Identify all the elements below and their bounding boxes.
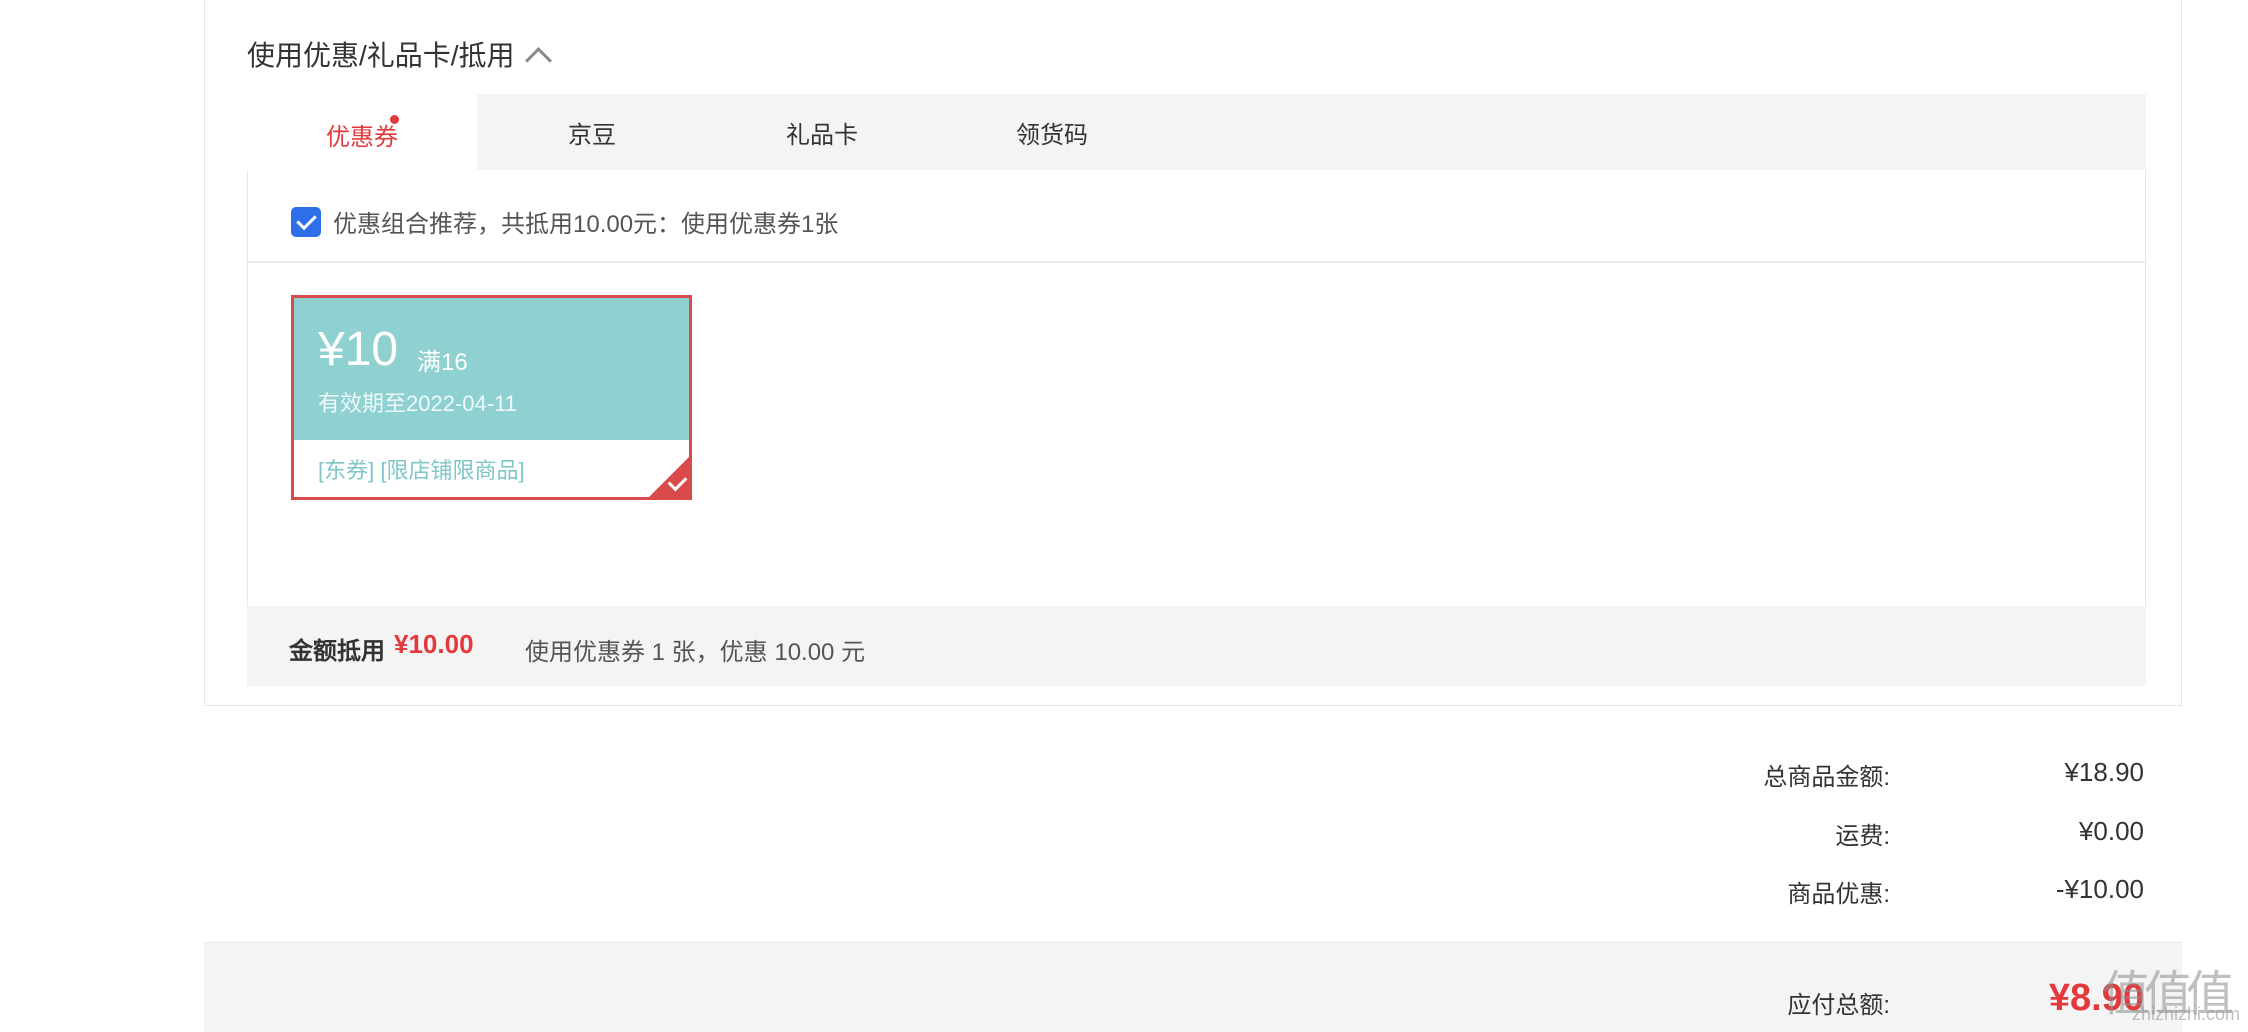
tab-gift-card-label: 礼品卡 [786, 121, 858, 149]
recommend-text: 优惠组合推荐，共抵用10.00元：使用优惠券1张 [333, 211, 839, 238]
summary-label: 金额抵用 [289, 638, 385, 665]
section-title: 使用优惠/礼品卡/抵用 [247, 40, 515, 71]
tab-jingdou[interactable]: 京豆 [477, 94, 707, 170]
section-header[interactable]: 使用优惠/礼品卡/抵用 [247, 34, 552, 74]
coupon-tags: [东券] [限店铺限商品] [318, 458, 525, 483]
shipping-value: ¥0.00 [2078, 816, 2144, 846]
discount-label: 商品优惠: [1787, 881, 1890, 908]
tab-redeem-code-label: 领货码 [1016, 121, 1088, 149]
summary-amount: ¥10.00 [394, 629, 474, 659]
recommend-row: 优惠组合推荐，共抵用10.00元：使用优惠券1张 [291, 204, 838, 239]
notification-dot-icon [390, 115, 399, 124]
tab-coupons[interactable]: 优惠券 [247, 94, 477, 172]
tab-gift-card[interactable]: 礼品卡 [707, 94, 937, 170]
total-goods-label: 总商品金额: [1763, 764, 1890, 791]
tab-redeem-code[interactable]: 领货码 [937, 94, 1167, 170]
watermark-site: zhizhizhi.com [2131, 1004, 2240, 1024]
coupon-amount: ¥10 [318, 323, 399, 376]
tab-jingdou-label: 京豆 [568, 121, 616, 149]
total-goods-value: ¥18.90 [2064, 757, 2144, 787]
divider [247, 261, 2146, 263]
shipping-label: 运费: [1835, 823, 1890, 850]
coupon-card[interactable]: ¥10 满16 有效期至2022-04-11 [东券] [限店铺限商品] [291, 295, 692, 500]
discount-value: -¥10.00 [2055, 874, 2144, 904]
payable-label: 应付总额: [1787, 992, 1890, 1019]
summary-description: 使用优惠券 1 张，优惠 10.00 元 [525, 639, 866, 666]
tab-coupons-label: 优惠券 [326, 123, 398, 151]
tab-bar: 优惠券 京豆 礼品卡 领货码 [247, 94, 2146, 172]
collapse-chevron-up-icon[interactable] [524, 46, 552, 74]
coupon-expiry: 有效期至2022-04-11 [318, 391, 517, 416]
recommend-checkbox[interactable] [291, 206, 321, 237]
coupon-condition: 满16 [417, 349, 468, 376]
